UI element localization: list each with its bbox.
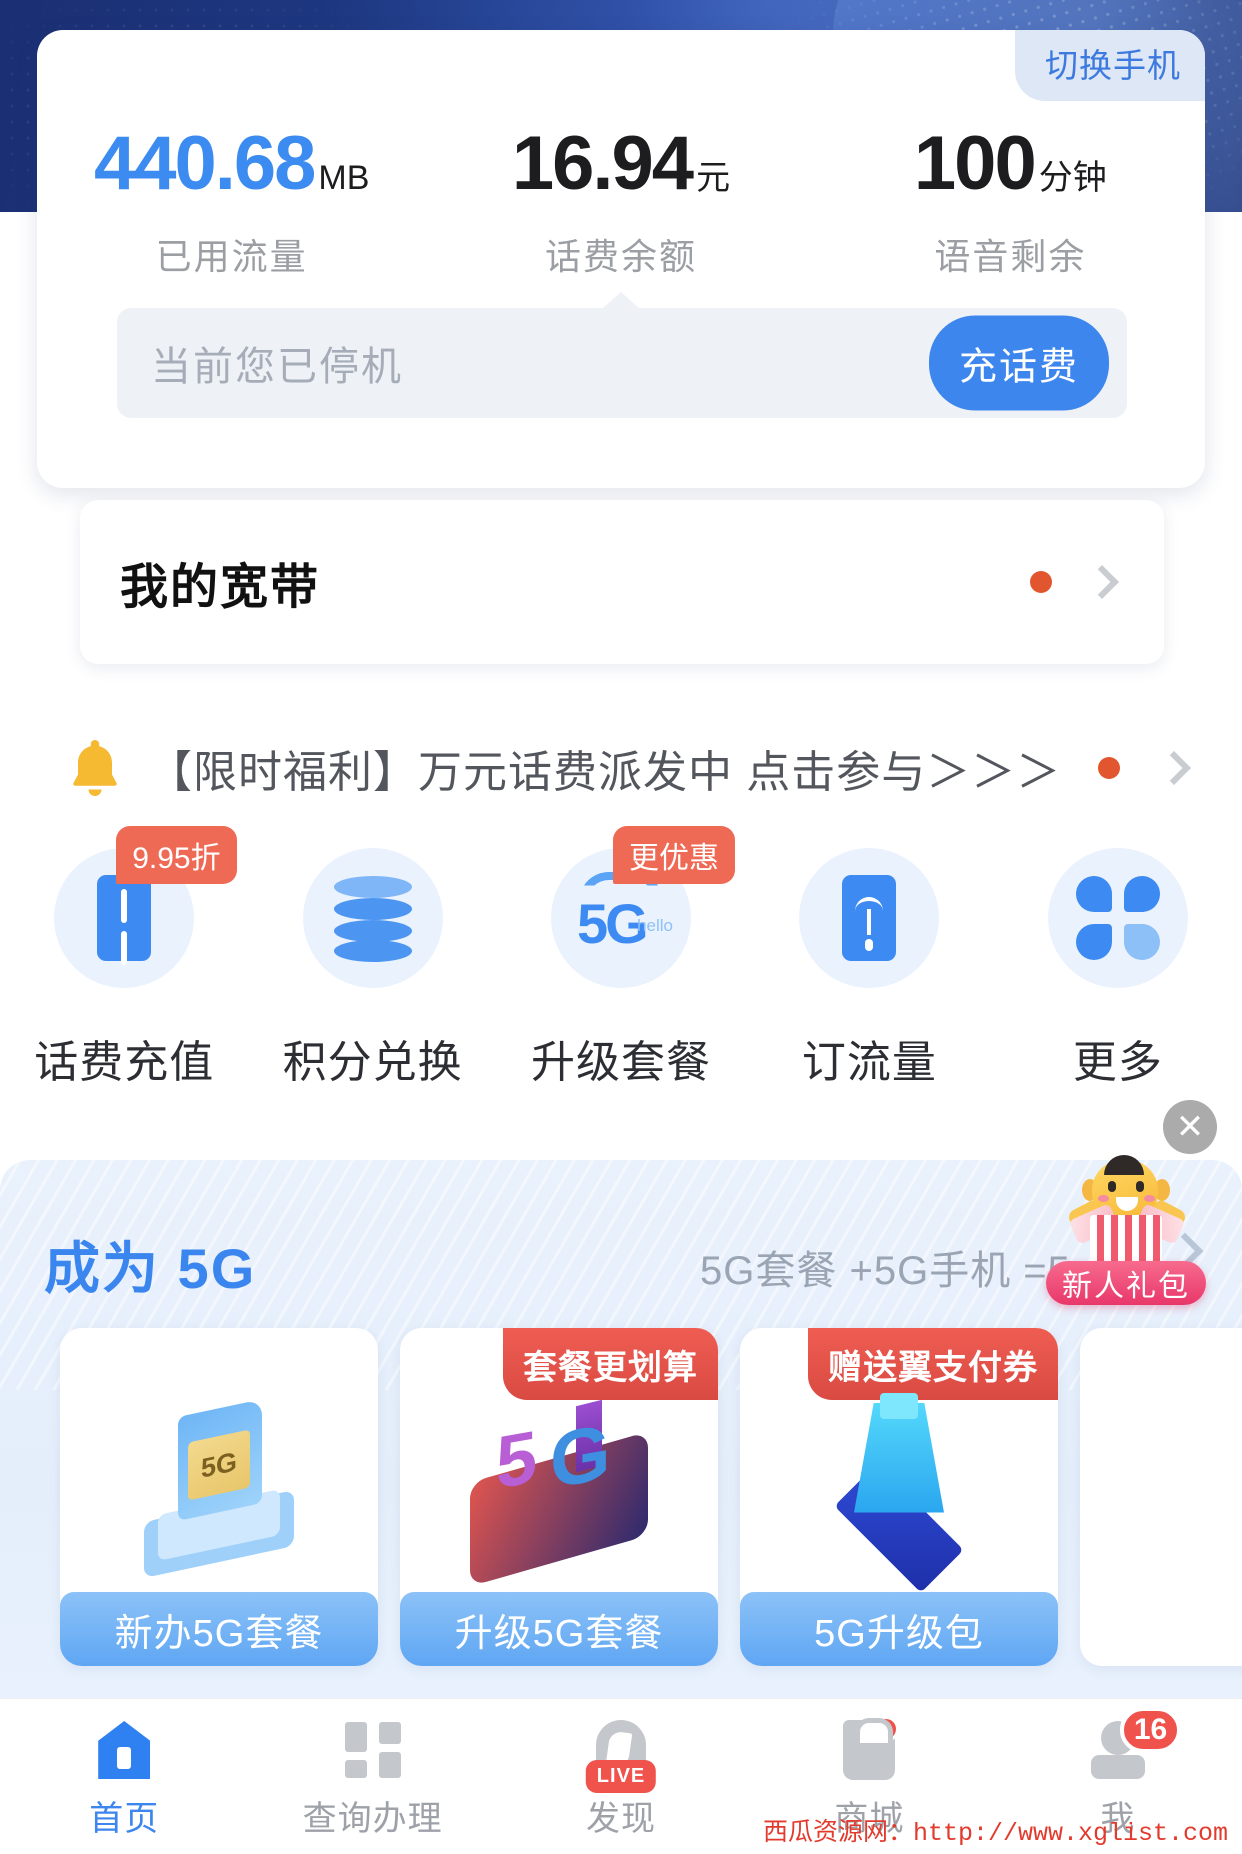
recharge-button[interactable]: 充话费	[928, 315, 1109, 411]
promo-card-new-5g-plan[interactable]: 5G 新办5G套餐	[60, 1328, 378, 1666]
stat-value: 100	[913, 121, 1037, 206]
promo-card-partial[interactable]	[1080, 1328, 1242, 1666]
stat-balance[interactable]: 16.94 元 话费余额	[426, 126, 815, 280]
tower-art	[740, 1372, 1058, 1593]
quick-action-label: 订流量	[801, 1038, 937, 1087]
me-unread-count-badge: 16	[1119, 1707, 1182, 1753]
stat-unit: 元	[696, 159, 731, 197]
status-bar-notch	[603, 292, 639, 308]
shop-notification-dot	[873, 1716, 900, 1742]
nav-item-label: 首页	[89, 1800, 160, 1838]
quick-action-points-exchange[interactable]: 积分兑换	[248, 848, 496, 1098]
account-summary-card: 切换手机 440.68 MB 已用流量 16.94 元 话费余额 100 分钟 语音剩…	[37, 30, 1205, 488]
nav-item-discover[interactable]: LIVE 发现	[497, 1699, 745, 1854]
shop-bag-icon	[745, 1716, 993, 1781]
promo-card-cta: 5G升级包	[740, 1592, 1058, 1666]
quick-action-phone-recharge[interactable]: 9.95折 话费充值	[0, 826, 248, 1098]
person-icon: 16	[994, 1707, 1242, 1781]
stat-unit: 分钟	[1038, 159, 1107, 197]
stat-data-used[interactable]: 440.68 MB 已用流量	[37, 126, 426, 280]
promo-card-list[interactable]: 5G 新办5G套餐 套餐更划算 5G 升级5G套餐 赠送翼支付券 5G升级包	[60, 1328, 1242, 1666]
account-status-bar: 当前您已停机 充话费	[117, 308, 1127, 418]
promo-subtitle: 5G套餐 +5G手机 =5	[700, 1249, 1071, 1293]
quick-action-label: 积分兑换	[282, 1038, 463, 1087]
stat-unit: MB	[318, 159, 370, 197]
chevron-right-icon	[1157, 751, 1191, 785]
status-text: 当前您已停机	[151, 345, 403, 389]
broadband-notification-dot	[1030, 571, 1052, 593]
quick-action-badge: 9.95折	[116, 826, 237, 884]
coin-stack-icon	[302, 848, 443, 988]
grid-more-icon	[1047, 848, 1188, 988]
quick-action-badge: 更优惠	[613, 826, 736, 884]
promo-card-5g-upgrade-pack[interactable]: 赠送翼支付券 5G升级包	[740, 1328, 1058, 1666]
quick-action-label: 话费充值	[34, 1038, 215, 1087]
signal-phone-icon	[799, 848, 940, 988]
quick-action-order-data[interactable]: 订流量	[745, 848, 993, 1098]
quick-action-label: 升级套餐	[531, 1038, 712, 1087]
quick-action-label: 更多	[1072, 1038, 1163, 1087]
stat-voice-remaining[interactable]: 100 分钟 语音剩余	[816, 126, 1205, 280]
promo-card-cta: 新办5G套餐	[60, 1592, 378, 1666]
discover-icon: LIVE	[497, 1719, 745, 1793]
stat-value: 440.68	[93, 121, 316, 206]
my-broadband-card[interactable]: 我的宽带	[80, 500, 1164, 664]
nav-item-services[interactable]: 查询办理	[248, 1699, 496, 1854]
nav-item-label: 查询办理	[302, 1800, 443, 1838]
broadband-title: 我的宽带	[120, 561, 321, 614]
bell-icon	[73, 740, 117, 796]
account-stats-row: 440.68 MB 已用流量 16.94 元 话费余额 100 分钟 语音剩余	[37, 126, 1205, 280]
stat-value: 16.94	[511, 121, 694, 206]
switch-phone-button[interactable]: 切换手机	[1015, 30, 1205, 101]
close-icon[interactable]: ✕	[1163, 1100, 1217, 1154]
stat-label: 话费余额	[544, 236, 697, 277]
promo-card-cta: 升级5G套餐	[400, 1592, 718, 1666]
city-phone-art: 5G	[400, 1372, 718, 1592]
promo-card-upgrade-5g-plan[interactable]: 套餐更划算 5G 升级5G套餐	[400, 1328, 718, 1666]
promo-notice-row[interactable]: 【限时福利】万元话费派发中 点击参与＞＞＞	[0, 712, 1242, 824]
mascot-icon	[1056, 1155, 1202, 1277]
notice-notification-dot	[1098, 757, 1120, 779]
stat-label: 语音剩余	[934, 236, 1087, 277]
notice-text: 【限时福利】万元话费派发中 点击参与＞＞＞	[148, 748, 1062, 797]
sim-card-art: 5G	[60, 1372, 378, 1592]
grid-icon	[248, 1719, 496, 1781]
nav-item-label: 发现	[586, 1800, 657, 1838]
nav-item-home[interactable]: 首页	[0, 1699, 248, 1854]
quick-actions-row: 9.95折 话费充值 积分兑换 5G hello 更优惠 升级套餐 订流量 更多	[0, 826, 1242, 1098]
live-badge: LIVE	[585, 1760, 657, 1793]
promo-title: 成为 5G	[44, 1237, 257, 1300]
stat-label: 已用流量	[155, 236, 308, 277]
gift-badge-label: 新人礼包	[1046, 1261, 1206, 1305]
new-user-gift-floating-ad[interactable]: 新人礼包	[1046, 1155, 1206, 1305]
quick-action-upgrade-plan[interactable]: 5G hello 更优惠 升级套餐	[497, 826, 745, 1098]
quick-action-more[interactable]: 更多	[994, 848, 1242, 1098]
site-watermark: 西瓜资源网：http://www.xglist.com	[762, 1819, 1228, 1848]
home-icon	[0, 1719, 248, 1781]
chevron-right-icon	[1085, 565, 1119, 599]
